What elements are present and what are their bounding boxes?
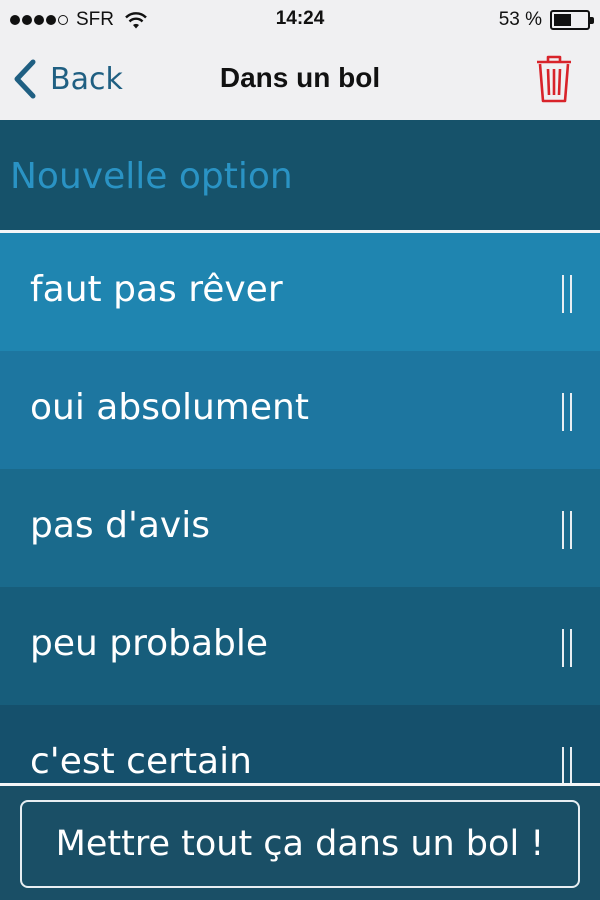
battery-tip (590, 17, 594, 24)
list-item[interactable]: oui absolument (0, 351, 600, 469)
drag-handle-icon[interactable] (562, 747, 574, 783)
drag-handle-icon[interactable] (562, 629, 574, 667)
drag-handle-icon[interactable] (562, 511, 574, 549)
drag-handle-icon[interactable] (562, 393, 574, 431)
list-item[interactable]: faut pas rêver (0, 233, 600, 351)
battery-percent: 53 % (498, 9, 542, 30)
page-title: Dans un bol (219, 62, 381, 93)
option-label: faut pas rêver (30, 269, 283, 310)
list-item[interactable]: pas d'avis (0, 469, 600, 587)
status-bar: SFR 14:24 53 % (0, 0, 600, 40)
list-item[interactable]: c'est certain (0, 705, 600, 783)
option-label: pas d'avis (30, 505, 210, 546)
new-option-input[interactable] (10, 148, 570, 204)
status-right: 53 % (498, 8, 594, 32)
option-label: peu probable (30, 623, 269, 664)
trash-icon[interactable] (534, 54, 574, 104)
nav-bar: Back Dans un bol (0, 40, 600, 120)
battery-icon (550, 10, 594, 30)
options-list: faut pas rêver oui absolument pas d'avis… (0, 233, 600, 783)
battery-fill (554, 14, 571, 26)
option-label: oui absolument (30, 387, 309, 428)
option-label: c'est certain (30, 741, 252, 782)
drag-handle-icon[interactable] (562, 275, 574, 313)
list-item[interactable]: peu probable (0, 587, 600, 705)
put-in-bowl-button[interactable]: Mettre tout ça dans un bol ! (20, 800, 580, 888)
bottom-bar: Mettre tout ça dans un bol ! (0, 786, 600, 900)
new-option-section (0, 120, 600, 230)
